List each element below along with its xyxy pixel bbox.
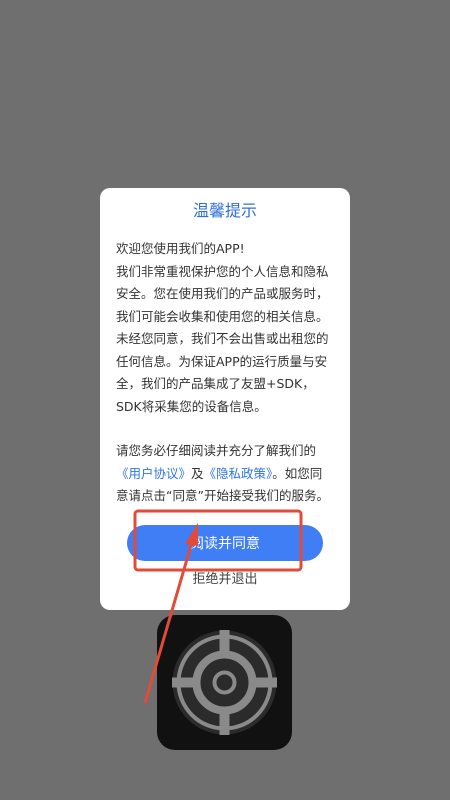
privacy-description: 我们非常重视保护您的个人信息和隐私安全。您在使用我们的产品或服务时，我们可能会收… bbox=[116, 263, 329, 414]
notice-and-text: 及 bbox=[191, 465, 204, 481]
exit-button[interactable]: 拒绝并退出 bbox=[100, 568, 350, 587]
dialog-title: 温馨提示 bbox=[192, 201, 257, 220]
dialog-body: 欢迎您使用我们的APP! 我们非常重视保护您的个人信息和隐私安全。您在使用我们的… bbox=[116, 238, 334, 508]
privacy-policy-link[interactable]: 《隐私政策》 bbox=[204, 466, 273, 481]
agree-button[interactable]: 阅读并同意 bbox=[127, 525, 323, 561]
notice-before-text: 请您务必仔细阅读并充分了解我们的 bbox=[116, 443, 317, 458]
welcome-text: 欢迎您使用我们的APP! bbox=[116, 241, 245, 256]
privacy-dialog: 温馨提示 欢迎您使用我们的APP! 我们非常重视保护您的个人信息和隐私安全。您在… bbox=[100, 188, 350, 610]
user-agreement-link[interactable]: 《用户协议》 bbox=[116, 466, 191, 481]
target-crosshair-icon bbox=[172, 630, 277, 735]
agreement-notice: 请您务必仔细阅读并充分了解我们的《用户协议》及《隐私政策》。如您同意请点击“同意… bbox=[116, 440, 334, 508]
app-icon bbox=[157, 615, 292, 750]
